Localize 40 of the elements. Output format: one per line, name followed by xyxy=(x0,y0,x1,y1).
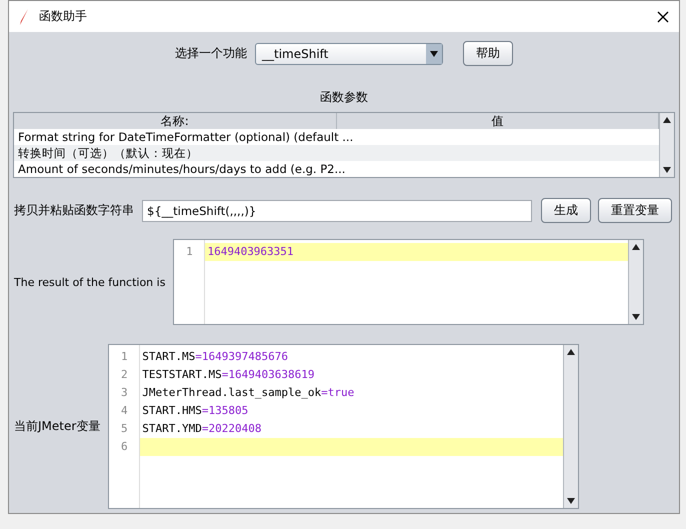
column-header[interactable]: 值 xyxy=(336,113,659,129)
section-title: 函数参数 xyxy=(320,89,368,106)
table-cell[interactable]: 转换时间（可选）（默认：现在） xyxy=(14,145,659,161)
code-line: START.HMS=135805 xyxy=(141,403,250,419)
scrollbar[interactable] xyxy=(563,345,578,508)
close-icon[interactable] xyxy=(657,10,669,22)
scrollbar[interactable] xyxy=(659,113,674,177)
action-button[interactable]: 重置变量 xyxy=(598,198,672,223)
scroll-down-icon[interactable] xyxy=(663,167,671,173)
code-line: TESTSTART.MS=1649403638619 xyxy=(141,367,316,383)
function-label: 选择一个功能 xyxy=(175,45,247,62)
function-string-field[interactable]: ${__timeShift(,,,,)} xyxy=(142,200,532,222)
code-line: JMeterThread.last_sample_ok=true xyxy=(141,385,356,401)
code-editor[interactable]: 1 2 3 4 5 6 START.MS=1649397485676 TESTSTART.MS=1649403638619 JMeterThread.last_sample_ok=true START.HMS=135805 START.YMD=20220408 xyxy=(108,344,580,509)
line-number: 1 xyxy=(185,244,194,260)
code-editor[interactable]: 1 1649403963351 xyxy=(173,239,644,325)
help-button[interactable]: 帮助 xyxy=(463,41,513,66)
line-number: 6 xyxy=(120,439,129,455)
caret-icon xyxy=(426,44,442,64)
scroll-down-icon[interactable] xyxy=(567,498,576,504)
line-number: 3 xyxy=(120,385,129,401)
action-button[interactable]: 生成 xyxy=(541,198,591,223)
scrollbar[interactable] xyxy=(628,240,644,324)
variables-label: 当前JMeter变量 xyxy=(14,418,100,435)
feather-icon xyxy=(19,8,29,24)
result-label: The result of the function is xyxy=(14,276,166,288)
scroll-up-icon[interactable] xyxy=(632,244,640,250)
copy-label: 拷贝并粘贴函数字符串 xyxy=(14,202,134,219)
line-number: 5 xyxy=(120,421,129,437)
code-line: START.MS=1649397485676 xyxy=(141,349,289,365)
line-number: 1 xyxy=(120,349,129,365)
column-header[interactable]: 名称: xyxy=(14,113,336,129)
function-dropdown[interactable]: __timeShift xyxy=(255,42,443,64)
scroll-up-icon[interactable] xyxy=(663,117,671,123)
scroll-down-icon[interactable] xyxy=(632,314,640,320)
scroll-up-icon[interactable] xyxy=(567,349,576,355)
line-number: 4 xyxy=(120,403,129,419)
line-number: 2 xyxy=(120,367,129,383)
code-line: START.YMD=20220408 xyxy=(141,421,263,437)
window-title: 函数助手 xyxy=(39,8,88,25)
